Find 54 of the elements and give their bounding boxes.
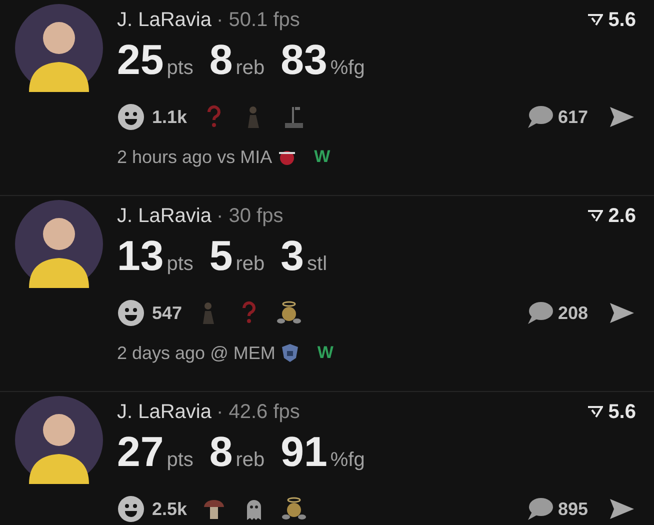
stat-value: 25 [117, 36, 164, 84]
stat-unit: pts [166, 449, 194, 472]
stat-unit: %fg [330, 449, 365, 472]
stat-value: 91 [280, 428, 328, 476]
stat-unit: reb [236, 57, 265, 80]
game-result: W [314, 147, 330, 167]
filter-icon [587, 13, 604, 27]
fps-score: · 30 fps [216, 204, 284, 226]
fps-score: · 50.1 fps [216, 8, 300, 30]
comment-count: 208 [558, 302, 588, 324]
comment-count: 617 [558, 106, 588, 128]
rating-score: 5.6 [587, 400, 636, 424]
stat-value: 8 [209, 36, 233, 84]
player-name[interactable]: J. LaRavia [117, 400, 212, 422]
reaction-count: 2.5k [152, 498, 188, 520]
send-icon[interactable] [608, 301, 636, 325]
filter-icon [587, 405, 604, 419]
post-card[interactable]: J. LaRavia · 30 fps 2.6 13 pts 5 reb 3 stl 547 208 2 days ago @ MEM W [0, 196, 654, 392]
reaction-count: 1.1k [152, 106, 188, 128]
send-icon[interactable] [608, 497, 636, 521]
game-time: 2 days ago @ MEM [117, 342, 276, 364]
stat-value: 3 [280, 232, 304, 280]
stat-value: 5 [209, 232, 233, 280]
angel-icon [276, 300, 302, 326]
game-time: 2 hours ago vs MIA [117, 146, 272, 168]
post-card[interactable]: J. LaRavia · 42.6 fps 5.6 27 pts 8 reb 91%fg 2.5k 895 [0, 392, 654, 525]
stat-unit: %fg [330, 57, 365, 80]
filter-icon [587, 209, 604, 223]
comment-icon[interactable] [526, 496, 554, 522]
post-card[interactable]: J. LaRavia · 50.1 fps 5.6 25 pts 8 reb 83%fg 1.1k 617 2 hours ago vs MIA W [0, 0, 654, 196]
reaction-count: 547 [152, 302, 182, 324]
stat-value: 83 [280, 36, 328, 84]
comment-icon[interactable] [526, 300, 554, 326]
player-name[interactable]: J. LaRavia [117, 204, 212, 226]
fps-score: · 42.6 fps [216, 400, 300, 422]
comment-icon[interactable] [526, 104, 554, 130]
stat-value: 27 [117, 428, 164, 476]
stat-unit: pts [166, 253, 194, 276]
rating-score: 5.6 [587, 8, 636, 32]
smiley-icon[interactable] [117, 103, 145, 131]
stat-unit: reb [236, 449, 265, 472]
rating-score: 2.6 [587, 204, 636, 228]
smiley-icon[interactable] [117, 495, 145, 523]
player-name[interactable]: J. LaRavia [117, 8, 212, 30]
game-result: W [317, 343, 334, 363]
stat-unit: pts [166, 57, 194, 80]
send-icon[interactable] [608, 105, 636, 129]
smiley-icon[interactable] [117, 299, 145, 327]
stat-value: 8 [209, 428, 233, 476]
angel-icon [281, 496, 308, 522]
comment-count: 895 [558, 498, 588, 520]
stat-unit: reb [236, 253, 265, 276]
stat-unit: stl [307, 253, 328, 276]
stat-value: 13 [117, 232, 164, 280]
